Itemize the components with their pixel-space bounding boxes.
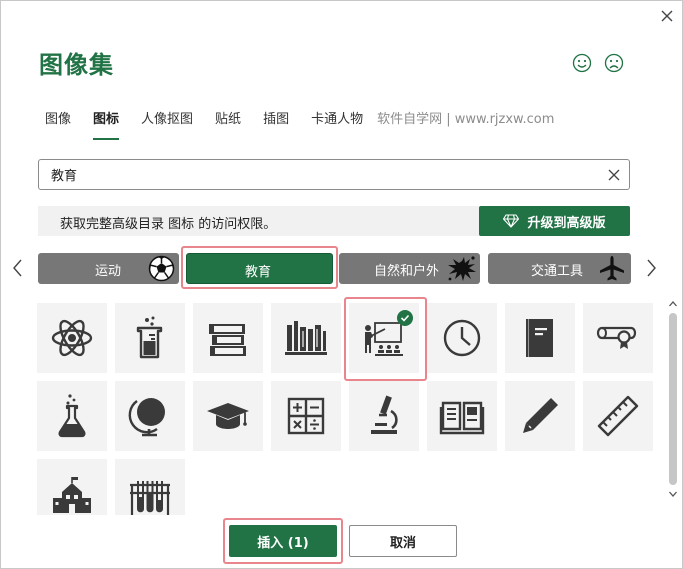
tab-illustrations[interactable]: 插图 <box>263 111 289 141</box>
icon-grid <box>37 303 662 515</box>
selected-check-badge <box>397 310 413 326</box>
open-book-icon <box>439 401 485 435</box>
icon-tile[interactable] <box>37 381 107 451</box>
tab-stickers[interactable]: 贴纸 <box>215 111 241 141</box>
upgrade-button[interactable]: 升级到高级版 <box>479 206 630 236</box>
icon-tile[interactable] <box>427 381 497 451</box>
diamond-icon <box>503 214 520 228</box>
beaker-icon <box>136 316 163 359</box>
icon-tile[interactable] <box>193 381 263 451</box>
icon-tile[interactable] <box>505 381 575 451</box>
icon-tile[interactable] <box>193 303 263 373</box>
bookshelf-icon <box>285 321 327 355</box>
clear-search-button[interactable] <box>599 160 629 189</box>
tab-bar: 图像 图标 人像抠图 贴纸 插图 卡通人物 软件自学网 | www.rjzxw.… <box>45 111 554 141</box>
category-prev-button[interactable] <box>11 257 25 279</box>
book-stack-icon <box>209 324 246 356</box>
category-sports[interactable]: 运动 <box>38 253 179 284</box>
chevron-down-icon <box>669 491 677 497</box>
icon-tile[interactable] <box>349 381 419 451</box>
diploma-icon <box>596 326 637 349</box>
category-education[interactable]: 教育 <box>186 253 333 284</box>
flask-icon <box>58 394 86 438</box>
airplane-icon <box>600 256 624 281</box>
icon-tile[interactable] <box>583 303 653 373</box>
scroll-down-button[interactable] <box>667 487 679 501</box>
insert-button[interactable]: 插入 (1) <box>229 525 337 557</box>
clock-icon <box>443 319 481 357</box>
icon-tile[interactable] <box>505 303 575 373</box>
category-next-button[interactable] <box>644 257 658 279</box>
icon-tile[interactable] <box>583 381 653 451</box>
notebook-icon <box>526 319 553 357</box>
category-label: 交通工具 <box>531 264 584 279</box>
globe-icon <box>128 398 165 437</box>
chevron-left-icon <box>13 259 22 277</box>
icon-tile[interactable] <box>427 303 497 373</box>
upgrade-button-label: 升级到高级版 <box>527 215 606 231</box>
splash-icon <box>448 256 476 281</box>
school-icon <box>53 477 91 513</box>
pencil-icon <box>523 398 558 433</box>
smile-icon <box>572 53 592 73</box>
close-icon <box>661 10 673 22</box>
cancel-button[interactable]: 取消 <box>349 525 457 557</box>
icon-tile[interactable] <box>115 381 185 451</box>
tab-cartoon-people[interactable]: 卡通人物 <box>311 111 363 141</box>
tab-icons[interactable]: 图标 <box>93 111 120 141</box>
dialog-title: 图像集 <box>39 51 114 79</box>
search-box <box>38 159 630 190</box>
icon-tile[interactable] <box>115 303 185 373</box>
scroll-up-button[interactable] <box>667 297 679 311</box>
atom-icon <box>51 319 93 357</box>
scroll-thumb[interactable] <box>669 313 677 485</box>
graduation-cap-icon <box>207 403 249 429</box>
chevron-right-icon <box>647 259 656 277</box>
checkmark-icon <box>400 314 410 322</box>
category-vehicles[interactable]: 交通工具 <box>488 253 631 284</box>
close-icon <box>608 169 620 180</box>
search-input[interactable] <box>39 160 599 189</box>
icon-tile[interactable] <box>115 459 185 515</box>
category-label: 运动 <box>95 264 122 279</box>
icon-tile[interactable] <box>37 459 107 515</box>
test-tubes-icon <box>130 481 170 515</box>
chevron-up-icon <box>669 301 677 307</box>
watermark-text: 软件自学网 | www.rjzxw.com <box>377 112 555 127</box>
category-nature-outdoors[interactable]: 自然和户外 <box>339 253 480 284</box>
upgrade-banner: 获取完整高级目录 图标 的访问权限。 升级到高级版 <box>38 206 630 236</box>
soccer-ball-icon <box>148 255 175 282</box>
image-collection-dialog: 图像集 图像 图标 人像抠图 贴纸 插图 卡通人物 软件自学网 | www.rj… <box>0 0 683 569</box>
tab-cutout-people[interactable]: 人像抠图 <box>141 111 193 141</box>
icon-tile[interactable] <box>271 381 341 451</box>
frown-icon <box>604 53 624 73</box>
icon-tile[interactable] <box>37 303 107 373</box>
category-label: 自然和户外 <box>374 264 440 279</box>
upgrade-message: 获取完整高级目录 图标 的访问权限。 <box>60 217 277 232</box>
close-button[interactable] <box>656 5 678 27</box>
category-label: 教育 <box>245 265 272 280</box>
microscope-icon <box>371 395 398 434</box>
icon-tile[interactable] <box>349 303 419 373</box>
icon-tile[interactable] <box>271 303 341 373</box>
ruler-icon <box>597 395 639 437</box>
tab-images[interactable]: 图像 <box>45 111 71 141</box>
calculator-icon <box>287 397 325 435</box>
icon-grid-scrollbar[interactable] <box>667 297 679 509</box>
frown-feedback-button[interactable] <box>604 53 624 73</box>
smile-feedback-button[interactable] <box>572 53 592 73</box>
